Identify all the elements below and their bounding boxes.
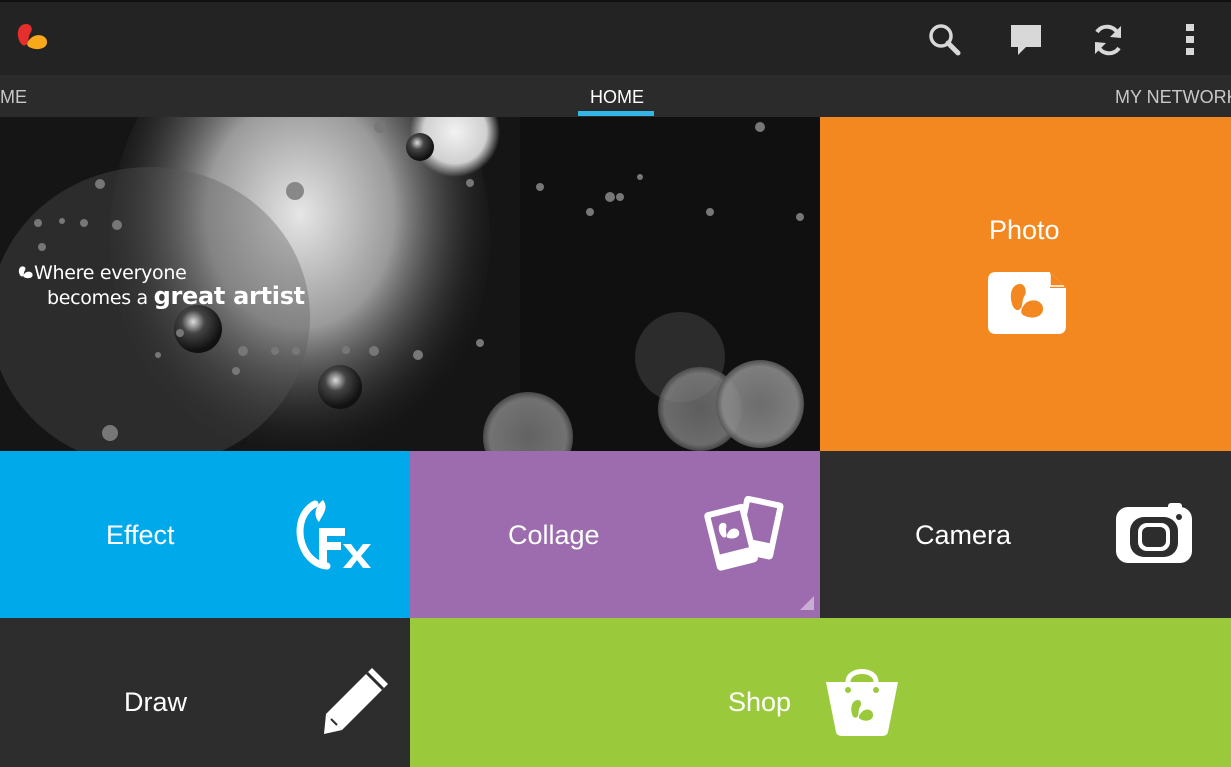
tab-indicator xyxy=(578,111,654,116)
collage-corner-indicator xyxy=(800,596,814,610)
shop-label: Shop xyxy=(728,687,792,717)
hero-tagline: Where everyone becomes a great artist xyxy=(18,262,305,310)
hero-line-1: Where everyone xyxy=(34,262,187,284)
picsart-small-logo-icon xyxy=(18,266,33,279)
shop-tile[interactable]: Shop xyxy=(410,618,1231,767)
picsart-logo-icon[interactable] xyxy=(16,22,50,52)
hero-banner[interactable]: Where everyone becomes a great artist xyxy=(0,117,820,451)
effect-tile[interactable]: Effect xyxy=(0,451,410,618)
search-icon[interactable] xyxy=(925,20,965,60)
collage-tile[interactable]: Collage xyxy=(410,451,820,618)
draw-label: Draw xyxy=(124,687,188,717)
chat-icon[interactable] xyxy=(1006,20,1046,60)
photo-tile[interactable]: Photo xyxy=(820,117,1231,451)
camera-label: Camera xyxy=(915,520,1012,550)
action-bar xyxy=(0,0,1231,75)
overflow-menu-icon[interactable] xyxy=(1170,20,1210,60)
sync-icon[interactable] xyxy=(1088,20,1128,60)
hero-line-2-bold: great artist xyxy=(153,282,306,310)
camera-icon xyxy=(1116,503,1192,563)
pencil-icon xyxy=(324,668,388,734)
collage-icon xyxy=(704,495,784,571)
collage-label: Collage xyxy=(508,520,600,550)
fx-icon xyxy=(296,500,371,570)
effect-label: Effect xyxy=(106,520,175,550)
tab-my-network[interactable]: MY NETWORK xyxy=(1115,75,1231,117)
draw-tile[interactable]: Draw xyxy=(0,618,410,767)
tab-me[interactable]: ME xyxy=(0,75,27,117)
hero-line-2: becomes a xyxy=(47,287,154,309)
photo-icon xyxy=(988,272,1066,334)
shopping-bag-icon xyxy=(826,669,898,736)
photo-label: Photo xyxy=(989,215,1060,245)
camera-tile[interactable]: Camera xyxy=(820,451,1231,618)
